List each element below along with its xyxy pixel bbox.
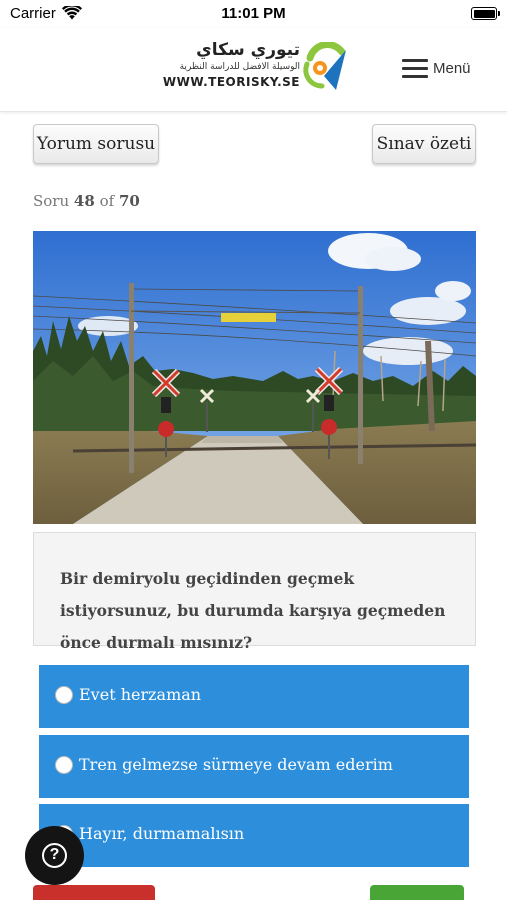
clock: 11:01 PM (221, 5, 286, 22)
question-counter: Soru 48 of 70 (33, 192, 140, 210)
logo-arabic-title: تيوري سكاي (196, 40, 300, 60)
counter-separator: of (99, 192, 115, 210)
app-header: تيوري سكاي الوسيلة الافضل للدراسة النظري… (0, 28, 507, 112)
counter-prefix: Soru (33, 192, 70, 210)
hamburger-icon (402, 59, 428, 79)
review-question-button[interactable]: Yorum sorusu (33, 124, 159, 164)
logo-url: WWW.TEORISKY.SE (162, 75, 300, 89)
counter-current: 48 (73, 192, 95, 210)
battery-icon (471, 7, 500, 20)
logo-arabic-tagline: الوسيلة الافضل للدراسة النظرية (179, 62, 300, 72)
counter-total: 70 (118, 192, 140, 210)
question-text: Bir demiryolu geçidinden geçmek istiyors… (33, 532, 476, 652)
answer-label: Hayır, durmamalısın (79, 824, 245, 843)
answer-option[interactable]: Evet herzaman (39, 665, 469, 728)
answer-label: Evet herzaman (79, 685, 202, 704)
answer-option[interactable]: Hayır, durmamalısın (39, 804, 469, 867)
logo-text[interactable]: تيوري سكاي الوسيلة الافضل للدراسة النظري… (160, 40, 300, 90)
answer-label: Tren gelmezse sürmeye devam ederim (79, 755, 393, 774)
radio-button[interactable] (55, 756, 73, 774)
help-button[interactable]: ? (25, 826, 84, 885)
menu-button[interactable]: Menü (400, 58, 480, 82)
teorisky-logo-icon[interactable] (302, 42, 350, 94)
railway-crossing-photo (33, 231, 476, 524)
status-bar: Carrier 11:01 PM (0, 0, 507, 28)
radio-button[interactable] (55, 686, 73, 704)
question-mark-icon: ? (42, 843, 67, 868)
exam-summary-button[interactable]: Sınav özeti (372, 124, 476, 164)
next-button[interactable] (370, 885, 464, 900)
answer-option[interactable]: Tren gelmezse sürmeye devam ederim (39, 735, 469, 798)
previous-button[interactable] (33, 885, 155, 900)
menu-label: Menü (433, 60, 471, 77)
